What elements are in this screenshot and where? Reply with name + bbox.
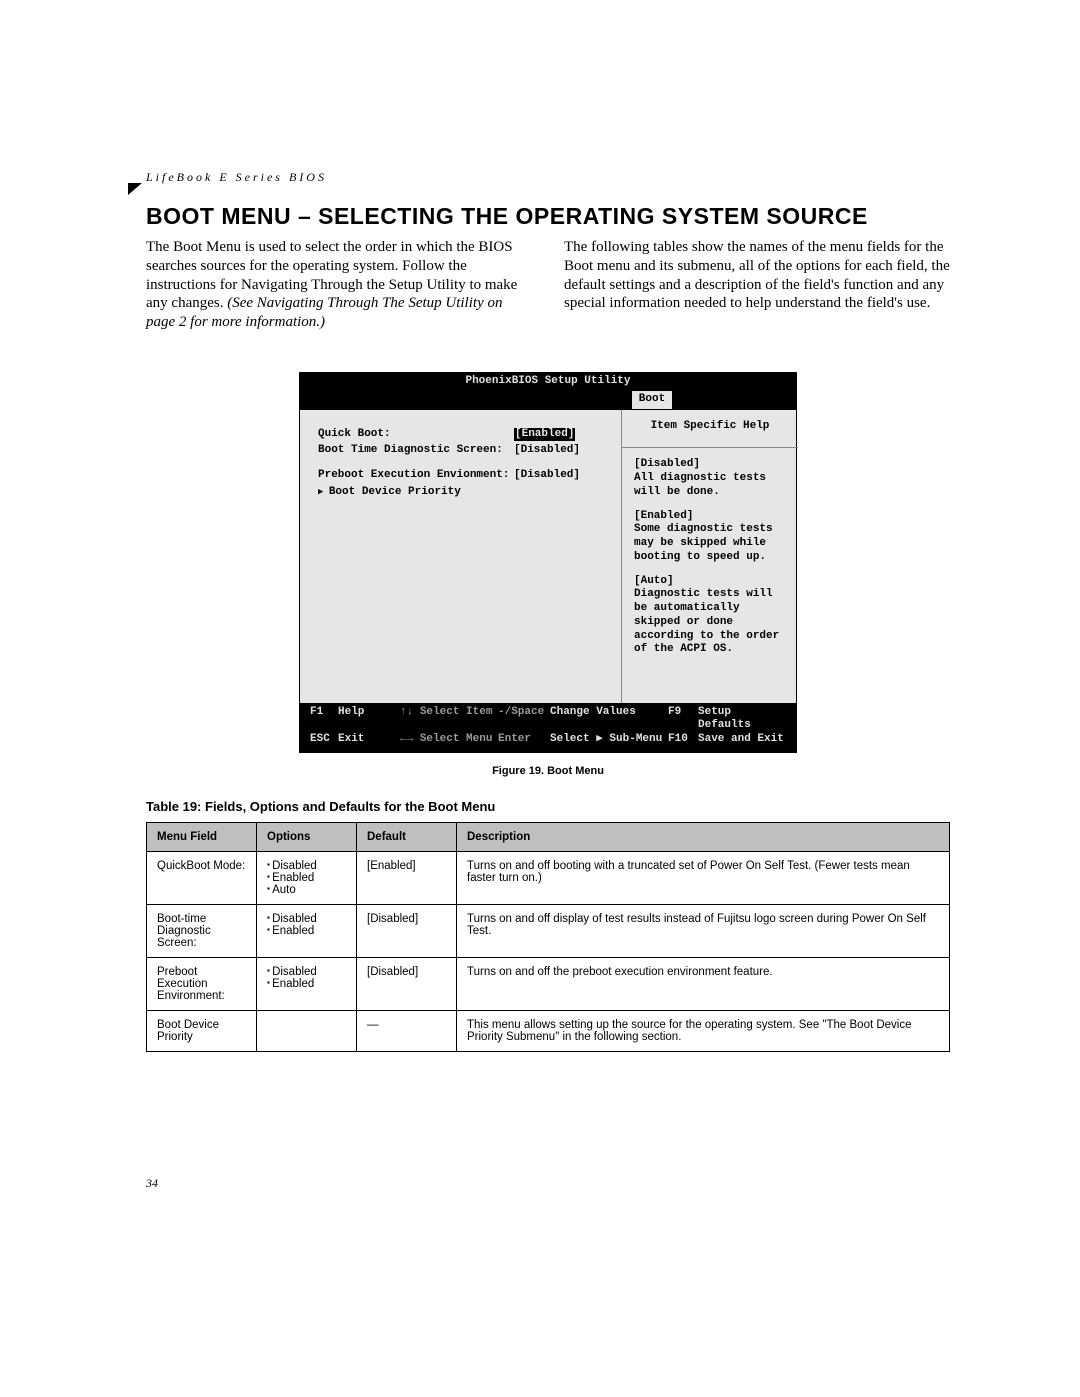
cell-options [257, 1010, 357, 1051]
bios-submenu-boot-priority: Boot Device Priority [318, 486, 611, 500]
bios-help-panel: Item Specific Help [Disabled] All diagno… [622, 410, 796, 703]
bios-field-label: Quick Boot: [318, 428, 514, 442]
table-header-row: Menu Field Options Default Description [147, 822, 950, 851]
bios-field-label: Boot Time Diagnostic Screen: [318, 444, 514, 458]
bios-title: PhoenixBIOS Setup Utility [300, 373, 796, 391]
intro-col-right: The following tables show the names of t… [564, 238, 950, 332]
footer-label-change-values: Change Values [550, 706, 668, 734]
footer-label-setup-defaults: Setup Defaults [698, 706, 786, 734]
bios-help-para: [Enabled] Some diagnostic tests may be s… [634, 510, 786, 565]
cell-description: Turns on and off booting with a truncate… [457, 851, 950, 904]
corner-arrow-icon [128, 183, 146, 199]
footer-key-enter: Enter [498, 733, 550, 747]
footer-key-f1: F1 [310, 706, 338, 734]
bios-tab-bar: Boot [300, 391, 796, 409]
th-menu-field: Menu Field [147, 822, 257, 851]
th-options: Options [257, 822, 357, 851]
cell-description: Turns on and off display of test results… [457, 904, 950, 957]
bios-field-quickboot: Quick Boot: [Enabled] [318, 428, 611, 442]
footer-key-esc: ESC [310, 733, 338, 747]
bios-field-value: [Disabled] [514, 444, 580, 458]
footer-key-updown: ↑↓ [400, 706, 413, 718]
bios-field-diag: Boot Time Diagnostic Screen: [Disabled] [318, 444, 611, 458]
footer-label-select-menu: Select Menu [420, 733, 493, 745]
footer-label-save-exit: Save and Exit [698, 733, 784, 747]
page-number: 34 [146, 1176, 158, 1191]
option-item: Enabled [267, 925, 346, 937]
header-label: LifeBook E Series BIOS [146, 170, 950, 185]
th-description: Description [457, 822, 950, 851]
intro-col-left: The Boot Menu is used to select the orde… [146, 238, 532, 332]
cell-default: — [357, 1010, 457, 1051]
cell-default: [Disabled] [357, 957, 457, 1010]
option-item: Disabled [267, 913, 346, 925]
cell-description: This menu allows setting up the source f… [457, 1010, 950, 1051]
bios-field-label: Preboot Execution Envionment: [318, 469, 514, 483]
option-item: Auto [267, 884, 346, 896]
footer-label-select-item: Select Item [420, 706, 493, 718]
option-item: Enabled [267, 872, 346, 884]
cell-options: DisabledEnabled [257, 904, 357, 957]
bios-help-para: [Disabled] All diagnostic tests will be … [634, 458, 786, 499]
cell-options: DisabledEnabled [257, 957, 357, 1010]
footer-key-space: -/Space [498, 706, 550, 734]
cell-menu-field: Boot Device Priority [147, 1010, 257, 1051]
cell-menu-field: Boot-time Diagnostic Screen: [147, 904, 257, 957]
cell-options: DisabledEnabledAuto [257, 851, 357, 904]
intro-columns: The Boot Menu is used to select the orde… [146, 238, 950, 332]
bios-tab-boot: Boot [632, 391, 672, 409]
footer-label-select-submenu: Select ▶ Sub-Menu [550, 733, 668, 747]
footer-key-f9: F9 [668, 706, 698, 734]
cell-menu-field: Preboot Execution Environment: [147, 957, 257, 1010]
table-row: Preboot Execution Environment:DisabledEn… [147, 957, 950, 1010]
page-title: BOOT MENU – SELECTING THE OPERATING SYST… [146, 203, 950, 230]
cell-description: Turns on and off the preboot execution e… [457, 957, 950, 1010]
bios-help-para: [Auto] Diagnostic tests will be automati… [634, 575, 786, 658]
figure-caption: Figure 19. Boot Menu [146, 765, 950, 777]
option-item: Enabled [267, 978, 346, 990]
footer-label-exit: Exit [338, 733, 400, 747]
footer-label-help: Help [338, 706, 400, 734]
cell-default: [Enabled] [357, 851, 457, 904]
bios-field-value: [Enabled] [514, 428, 575, 442]
cell-default: [Disabled] [357, 904, 457, 957]
bios-field-pxe: Preboot Execution Envionment: [Disabled] [318, 469, 611, 483]
th-default: Default [357, 822, 457, 851]
option-item: Disabled [267, 966, 346, 978]
cell-menu-field: QuickBoot Mode: [147, 851, 257, 904]
table-row: Boot-time Diagnostic Screen:DisabledEnab… [147, 904, 950, 957]
bios-left-panel: Quick Boot: [Enabled] Boot Time Diagnost… [300, 410, 622, 703]
bios-screenshot: PhoenixBIOS Setup Utility Boot Quick Boo… [299, 372, 797, 753]
option-item: Disabled [267, 860, 346, 872]
table-caption: Table 19: Fields, Options and Defaults f… [146, 799, 950, 814]
bios-help-title: Item Specific Help [634, 420, 786, 434]
table-row: Boot Device Priority —This menu allows se… [147, 1010, 950, 1051]
bios-footer: F1 Help ↑↓ Select Item -/Space Change Va… [300, 703, 796, 752]
table-row: QuickBoot Mode:DisabledEnabledAuto[Enabl… [147, 851, 950, 904]
footer-key-f10: F10 [668, 733, 698, 747]
footer-key-leftright: ←→ [400, 733, 413, 745]
bios-field-value: [Disabled] [514, 469, 580, 483]
fields-table: Menu Field Options Default Description Q… [146, 822, 950, 1052]
